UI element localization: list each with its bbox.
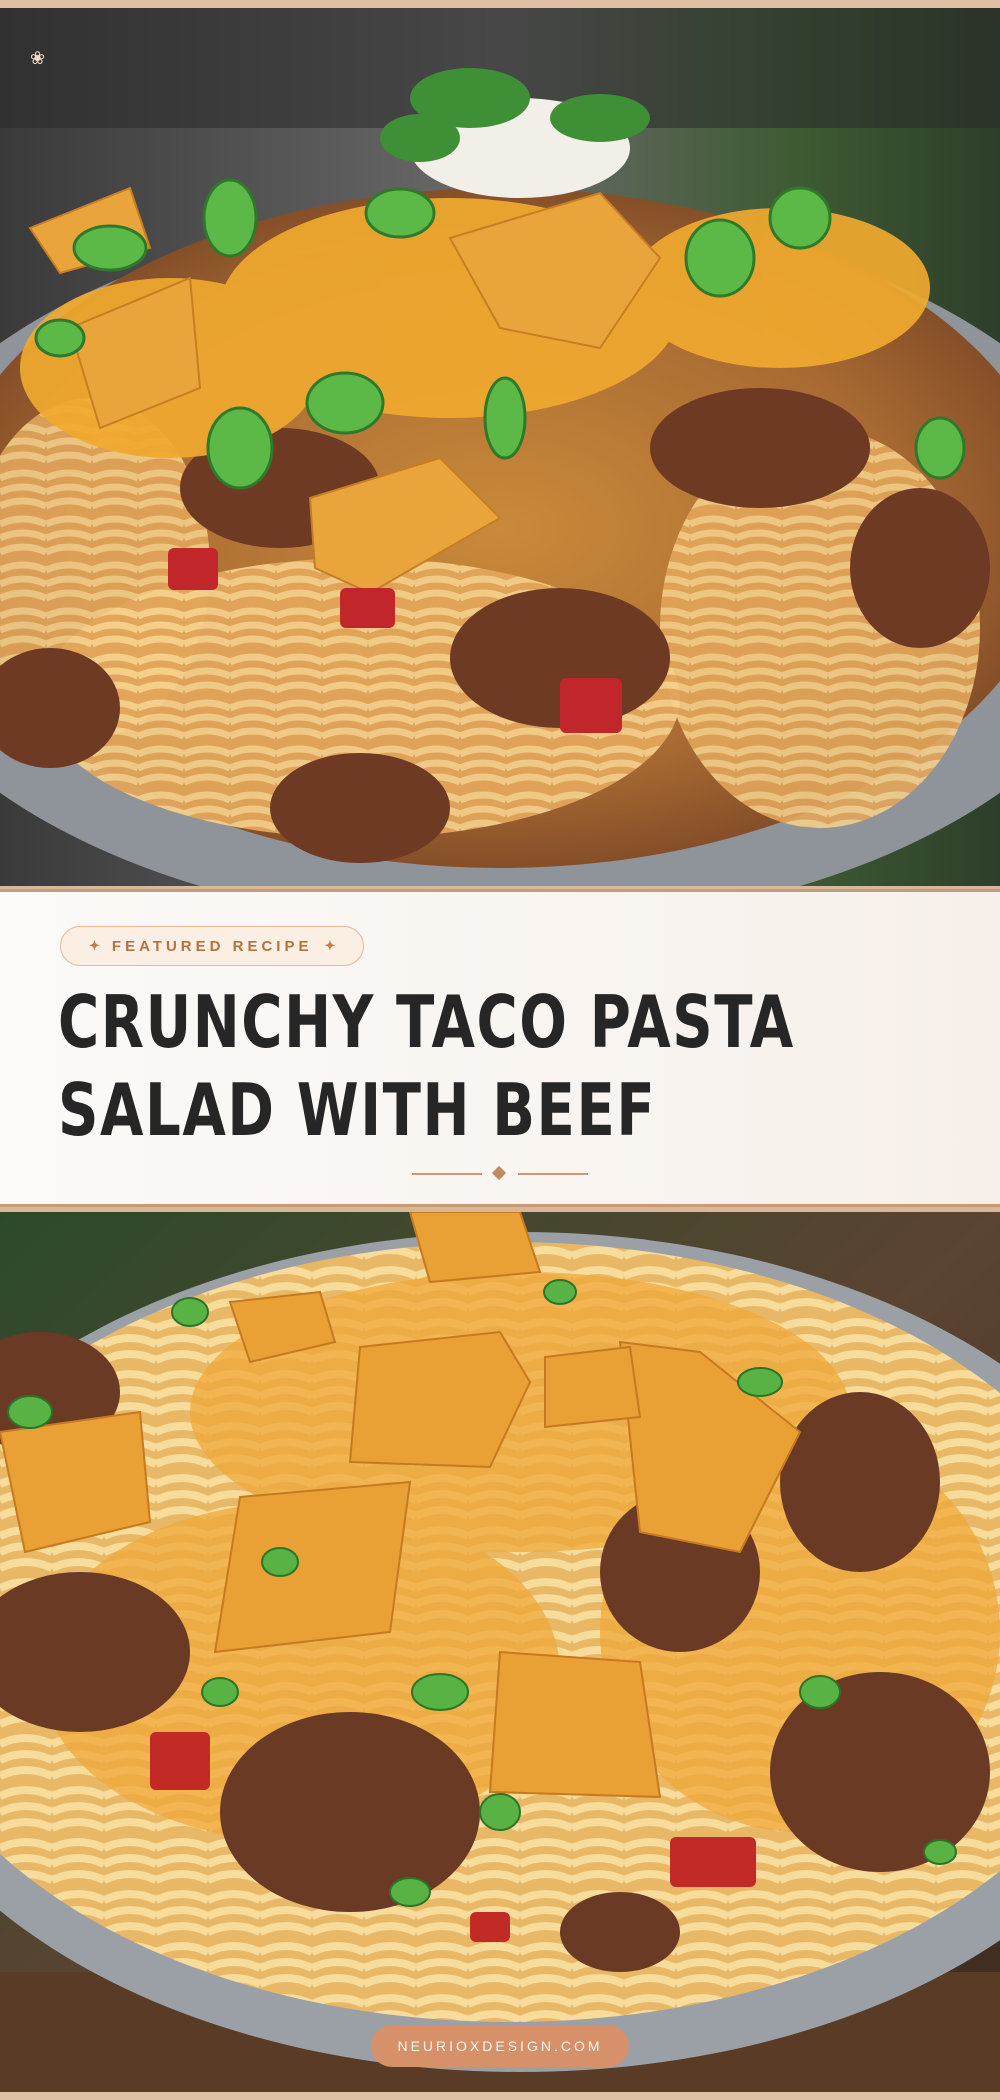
top-border bbox=[0, 0, 1000, 8]
ornament-divider bbox=[412, 1165, 588, 1181]
top-food-photo: ❀ bbox=[0, 8, 1000, 886]
diamond-icon bbox=[491, 1165, 507, 1181]
recipe-title: CRUNCHY TACO PASTA SALAD WITH BEEF bbox=[58, 978, 795, 1154]
badge-label: FEATURED RECIPE bbox=[111, 937, 313, 955]
snail-icon: ❀ bbox=[30, 48, 46, 68]
featured-recipe-badge: ✦ FEATURED RECIPE ✦ bbox=[60, 926, 365, 966]
divider-line-right bbox=[518, 1173, 588, 1175]
title-line-1: CRUNCHY TACO PASTA bbox=[58, 980, 795, 1064]
sparkle-icon: ✦ bbox=[324, 938, 336, 953]
bottom-border bbox=[0, 2092, 1000, 2100]
sparkle-icon: ✦ bbox=[89, 938, 100, 953]
pin-graphic: ❀ ✦ FEATURED RECIPE ✦ CRUNCHY TACO PASTA… bbox=[0, 0, 1000, 2100]
bottom-food-photo bbox=[0, 1212, 1000, 2092]
divider-line-left bbox=[412, 1173, 482, 1175]
title-card: ✦ FEATURED RECIPE ✦ CRUNCHY TACO PASTA S… bbox=[0, 889, 1000, 1207]
title-line-2: SALAD WITH BEEF bbox=[58, 1068, 657, 1152]
website-watermark[interactable]: NEURIOXDESIGN.COM bbox=[371, 2025, 629, 2067]
